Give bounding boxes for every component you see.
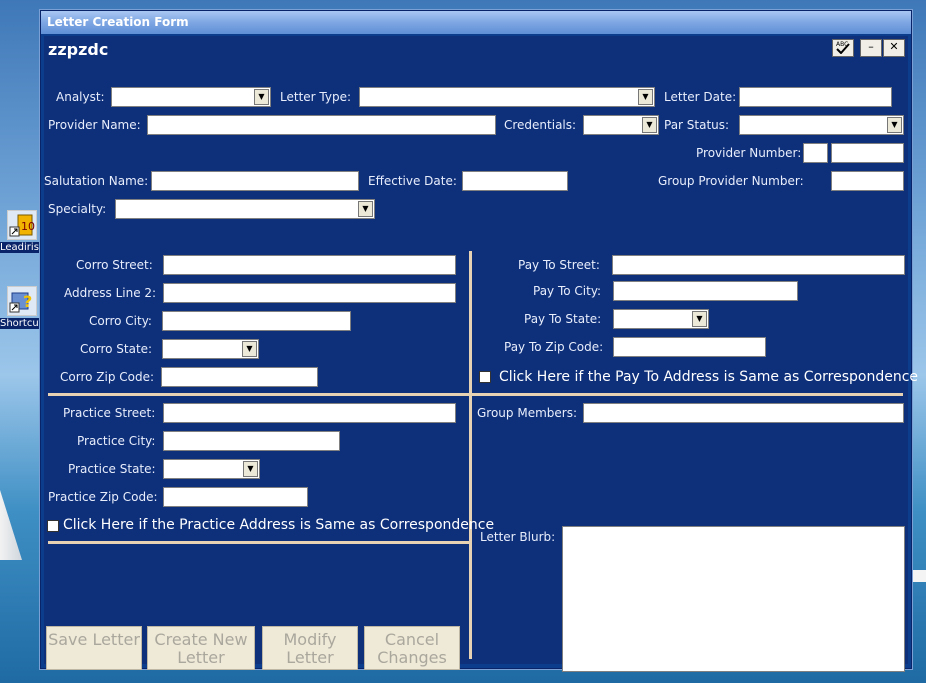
form-title: zzpzdc	[48, 40, 109, 59]
pay-to-same-checkbox[interactable]	[479, 371, 491, 383]
shortcut-help-icon: ?	[7, 286, 37, 316]
practice-state-dropdown[interactable]: ▼	[163, 459, 260, 479]
letter-date-field[interactable]	[739, 87, 892, 107]
pay-to-street-label: Pay To Street:	[518, 258, 600, 272]
group-provider-number-field[interactable]	[831, 171, 904, 191]
corro-state-dropdown[interactable]: ▼	[162, 339, 259, 359]
address-line2-label: Address Line 2:	[64, 286, 157, 300]
specialty-label: Specialty:	[48, 202, 107, 216]
minimize-button[interactable]: –	[860, 39, 882, 57]
desktop-shortcut-provider[interactable]: ? Shortcut Provider E	[0, 286, 44, 332]
provider-number-label: Provider Number:	[696, 146, 802, 160]
leadiris-icon: 10	[7, 210, 37, 240]
par-status-dropdown[interactable]: ▼	[739, 115, 904, 135]
effective-date-label: Effective Date:	[368, 174, 457, 188]
effective-date-field[interactable]	[462, 171, 568, 191]
chevron-down-icon: ▼	[254, 89, 269, 105]
section-divider-vertical	[469, 251, 472, 659]
chevron-down-icon: ▼	[887, 117, 902, 133]
pay-to-city-label: Pay To City:	[533, 284, 602, 298]
modify-letter-button[interactable]: Modify Letter	[262, 626, 358, 670]
desktop-icon-label: Shortcut Provider E	[0, 318, 44, 329]
corro-city-field[interactable]	[162, 311, 351, 331]
form-body: zzpzdc ABC – ✕ Analyst: ▼ Letter Type: ▼…	[44, 36, 918, 672]
practice-zip-field[interactable]	[163, 487, 308, 507]
specialty-dropdown[interactable]: ▼	[115, 199, 375, 219]
close-icon: ✕	[889, 40, 899, 53]
provider-number-field[interactable]	[831, 143, 904, 163]
chevron-down-icon: ▼	[692, 311, 707, 327]
pay-to-street-field[interactable]	[612, 255, 905, 275]
letter-blurb-label: Letter Blurb:	[480, 530, 556, 544]
svg-text:10: 10	[21, 220, 35, 233]
chevron-down-icon: ▼	[243, 461, 258, 477]
provider-name-field[interactable]	[147, 115, 496, 135]
letter-blurb-textarea[interactable]	[562, 526, 905, 672]
practice-city-label: Practice City:	[77, 434, 156, 448]
practice-zip-label: Practice Zip Code:	[48, 490, 158, 504]
credentials-dropdown[interactable]: ▼	[583, 115, 659, 135]
corro-zip-label: Corro Zip Code:	[60, 370, 155, 384]
section-divider-horizontal	[48, 393, 903, 396]
close-button[interactable]: ✕	[883, 39, 905, 57]
chevron-down-icon: ▼	[358, 201, 373, 217]
practice-city-field[interactable]	[163, 431, 340, 451]
create-new-letter-button[interactable]: Create New Letter	[147, 626, 255, 670]
analyst-label: Analyst:	[56, 90, 105, 104]
practice-same-label: Click Here if the Practice Address is Sa…	[63, 517, 495, 533]
practice-state-label: Practice State:	[68, 462, 156, 476]
practice-street-label: Practice Street:	[63, 406, 156, 420]
group-provider-number-label: Group Provider Number:	[658, 174, 804, 188]
provider-name-label: Provider Name:	[48, 118, 141, 132]
letter-creation-window: Letter Creation Form zzpzdc ABC – ✕ Anal…	[40, 10, 918, 672]
window-titlebar[interactable]: Letter Creation Form	[41, 11, 911, 34]
section-divider-left-lower	[48, 541, 469, 544]
corro-city-label: Corro City:	[89, 314, 152, 328]
letter-type-dropdown[interactable]: ▼	[359, 87, 655, 107]
corro-state-label: Corro State:	[80, 342, 153, 356]
corro-street-label: Corro Street:	[76, 258, 153, 272]
spell-check-icon: ABC	[836, 41, 850, 55]
desktop-shortcut-leadiris[interactable]: 10 Leadiris R 10	[0, 210, 44, 256]
group-members-field[interactable]	[583, 403, 904, 423]
svg-text:?: ?	[23, 292, 32, 311]
background-decoration	[910, 570, 926, 582]
chevron-down-icon: ▼	[638, 89, 653, 105]
pay-to-city-field[interactable]	[613, 281, 798, 301]
window-title: Letter Creation Form	[47, 15, 189, 29]
salutation-name-label: Salutation Name:	[44, 174, 149, 188]
analyst-dropdown[interactable]: ▼	[111, 87, 271, 107]
chevron-down-icon: ▼	[642, 117, 657, 133]
credentials-label: Credentials:	[504, 118, 577, 132]
practice-same-checkbox[interactable]	[47, 520, 59, 532]
par-status-label: Par Status:	[664, 118, 730, 132]
salutation-name-field[interactable]	[151, 171, 359, 191]
letter-date-label: Letter Date:	[664, 90, 737, 104]
corro-street-field[interactable]	[163, 255, 456, 275]
sailboat-background	[0, 490, 22, 560]
pay-to-state-label: Pay To State:	[524, 312, 602, 326]
pay-to-state-dropdown[interactable]: ▼	[613, 309, 709, 329]
chevron-down-icon: ▼	[242, 341, 257, 357]
letter-type-label: Letter Type:	[280, 90, 352, 104]
pay-to-zip-label: Pay To Zip Code:	[504, 340, 604, 354]
provider-number-prefix-field[interactable]	[803, 143, 828, 163]
pay-to-same-label: Click Here if the Pay To Address is Same…	[499, 369, 919, 385]
group-members-label: Group Members:	[477, 406, 578, 420]
cancel-changes-button[interactable]: Cancel Changes	[364, 626, 460, 670]
minimize-icon: –	[868, 40, 874, 53]
pay-to-zip-field[interactable]	[613, 337, 766, 357]
address-line2-field[interactable]	[163, 283, 456, 303]
practice-street-field[interactable]	[163, 403, 456, 423]
corro-zip-field[interactable]	[161, 367, 318, 387]
save-letter-button[interactable]: Save Letter	[46, 626, 142, 670]
desktop-icon-label: Leadiris R 10	[0, 242, 44, 253]
spell-check-button[interactable]: ABC	[832, 39, 854, 57]
